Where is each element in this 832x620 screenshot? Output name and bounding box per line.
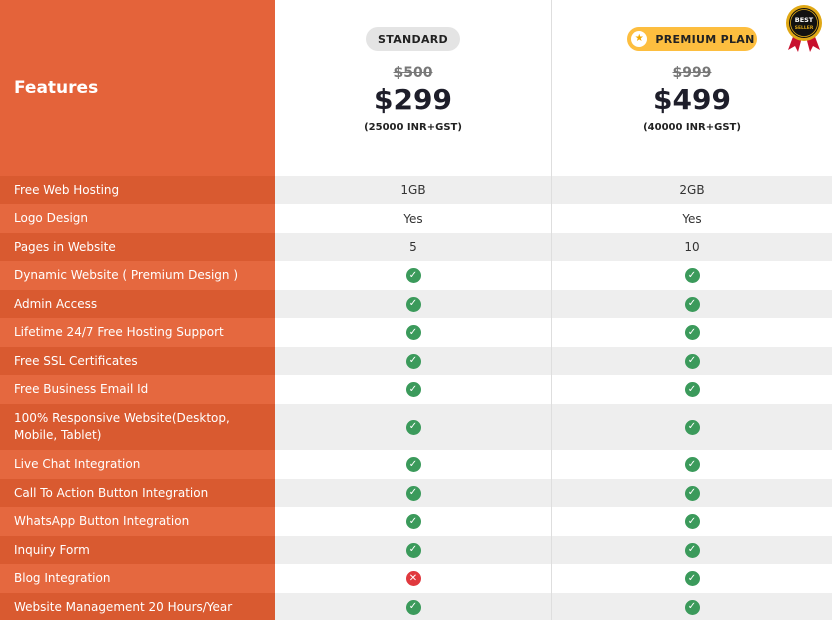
check-icon: ✓	[684, 268, 700, 283]
feature-label: Pages in Website	[0, 233, 275, 261]
best-seller-seal-icon: BEST SELLER	[786, 5, 822, 52]
premium-inr-price: (40000 INR+GST)	[643, 122, 741, 133]
standard-value-cell: 1GB	[275, 176, 552, 204]
star-icon: ★	[631, 31, 648, 47]
premium-plan-header: ★ PREMIUM PLAN $999 $499 (40000 INR+GST)…	[552, 0, 832, 176]
premium-plan-badge: ★ PREMIUM PLAN	[627, 27, 757, 51]
standard-value-cell: ✓	[275, 290, 552, 318]
feature-label: WhatsApp Button Integration	[0, 507, 275, 536]
premium-value-cell: ✓	[552, 593, 832, 620]
feature-label: Inquiry Form	[0, 536, 275, 564]
check-icon: ✓	[405, 382, 421, 397]
check-icon: ✓	[684, 296, 700, 312]
check-icon: ✓	[405, 353, 421, 369]
standard-value-cell: ✓	[275, 261, 552, 290]
standard-value-cell: ✓	[275, 347, 552, 375]
premium-value-cell: ✓	[552, 347, 832, 375]
premium-value: Yes	[682, 211, 702, 226]
premium-value-cell: ✓	[552, 450, 832, 479]
standard-value-cell: ✓	[275, 450, 552, 479]
feature-label: Admin Access	[0, 290, 275, 318]
standard-value-cell: ✓	[275, 479, 552, 507]
standard-plan-header: STANDARD $500 $299 (25000 INR+GST)	[275, 0, 552, 176]
standard-inr-price: (25000 INR+GST)	[364, 122, 462, 133]
check-icon: ✓	[405, 296, 421, 312]
seal-line2: SELLER	[795, 25, 814, 31]
premium-value: 10	[684, 240, 700, 254]
premium-value-cell: ✓	[552, 536, 832, 564]
premium-value-cell: 10	[552, 233, 832, 261]
features-header: Features	[0, 0, 275, 176]
check-icon: ✓	[684, 353, 700, 369]
premium-old-price: $999	[672, 65, 712, 81]
feature-label: Logo Design	[0, 204, 275, 233]
check-icon: ✓	[684, 325, 700, 340]
check-icon: ✓	[405, 268, 421, 283]
feature-label: Free SSL Certificates	[0, 347, 275, 375]
standard-value-cell: Yes	[275, 204, 552, 233]
feature-label: 100% Responsive Website(Desktop, Mobile,…	[0, 404, 275, 450]
standard-value-cell: ✓	[275, 593, 552, 620]
feature-label: Lifetime 24/7 Free Hosting Support	[0, 318, 275, 347]
feature-label: Call To Action Button Integration	[0, 479, 275, 507]
feature-label: Blog Integration	[0, 564, 275, 593]
check-icon: ✓	[405, 542, 421, 558]
features-title: Features	[14, 78, 99, 98]
standard-value-cell: ✓	[275, 507, 552, 536]
check-icon: ✓	[405, 457, 421, 472]
standard-value: Yes	[403, 211, 423, 226]
standard-value-cell: 5	[275, 233, 552, 261]
feature-label: Free Web Hosting	[0, 176, 275, 204]
standard-value-cell: ✓	[275, 536, 552, 564]
standard-value: 1GB	[400, 183, 426, 197]
premium-value-cell: ✓	[552, 507, 832, 536]
standard-value-cell: ✕	[275, 564, 552, 593]
check-icon: ✓	[684, 542, 700, 558]
check-icon: ✓	[405, 325, 421, 340]
check-icon: ✓	[684, 485, 700, 501]
check-icon: ✓	[405, 514, 421, 529]
feature-label: Free Business Email Id	[0, 375, 275, 404]
premium-value-cell: ✓	[552, 404, 832, 450]
premium-value: 2GB	[679, 183, 705, 197]
feature-label: Dynamic Website ( Premium Design )	[0, 261, 275, 290]
premium-badge-label: PREMIUM PLAN	[655, 32, 755, 46]
standard-old-price: $500	[393, 65, 433, 81]
premium-value-cell: 2GB	[552, 176, 832, 204]
premium-value-cell: ✓	[552, 290, 832, 318]
standard-value-cell: ✓	[275, 375, 552, 404]
premium-price: $499	[653, 83, 731, 116]
standard-value-cell: ✓	[275, 404, 552, 450]
check-icon: ✓	[405, 485, 421, 501]
premium-value-cell: ✓	[552, 479, 832, 507]
check-icon: ✓	[405, 599, 421, 615]
feature-label: Website Management 20 Hours/Year	[0, 593, 275, 620]
cross-icon: ✕	[405, 571, 421, 586]
check-icon: ✓	[684, 382, 700, 397]
check-icon: ✓	[405, 419, 421, 435]
feature-label: Live Chat Integration	[0, 450, 275, 479]
standard-plan-badge: STANDARD	[366, 27, 460, 51]
standard-badge-label: STANDARD	[378, 32, 448, 46]
standard-value-cell: ✓	[275, 318, 552, 347]
premium-value-cell: ✓	[552, 375, 832, 404]
check-icon: ✓	[684, 599, 700, 615]
premium-value-cell: Yes	[552, 204, 832, 233]
check-icon: ✓	[684, 571, 700, 586]
pricing-table: Features STANDARD $500 $299 (25000 INR+G…	[0, 0, 832, 620]
check-icon: ✓	[684, 457, 700, 472]
check-icon: ✓	[684, 419, 700, 435]
standard-price: $299	[374, 83, 452, 116]
premium-value-cell: ✓	[552, 261, 832, 290]
standard-value: 5	[409, 240, 417, 254]
check-icon: ✓	[684, 514, 700, 529]
premium-value-cell: ✓	[552, 564, 832, 593]
seal-line1: BEST	[795, 16, 814, 24]
premium-value-cell: ✓	[552, 318, 832, 347]
